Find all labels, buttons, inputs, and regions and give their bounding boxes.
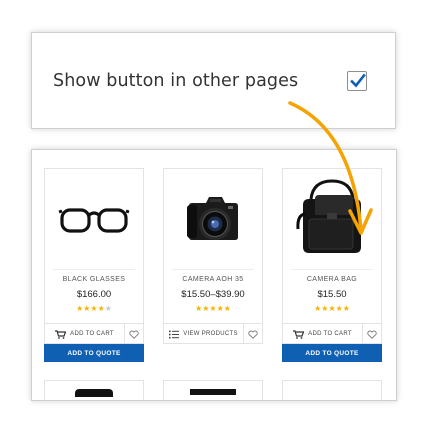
product-card-partial [282, 380, 382, 400]
product-name[interactable]: CAMERA AOH 35 [164, 276, 262, 283]
product-card-partial [163, 380, 263, 400]
rating-stars: ★★★★★ [314, 304, 350, 313]
product-card-partial [44, 380, 144, 400]
rating-stars: ★★★★★ [76, 304, 112, 313]
product-card: CAMERA BAG $15.50 ★★★★★ ADD TO CART [282, 168, 382, 344]
add-to-cart-button[interactable]: ADD TO CART [283, 324, 363, 344]
camera-image[interactable] [164, 169, 262, 267]
product-card: CAMERA AOH 35 $15.50–$39.90 ★★★★★ VIEW P… [163, 168, 263, 344]
show-button-label: Show button in other pages [53, 71, 299, 91]
product-grid-panel: BLACK GLASSES $166.00 ★★★★★ ADD TO CART … [31, 149, 397, 401]
cart-icon [293, 329, 305, 339]
checkmark-icon [350, 73, 366, 88]
rating-stars: ★★★★★ [195, 304, 231, 313]
product-name[interactable]: CAMERA BAG [283, 276, 381, 283]
add-to-cart-label: ADD TO CART [308, 331, 352, 337]
add-to-quote-button[interactable]: ADD TO QUOTE [282, 344, 382, 362]
view-products-button[interactable]: VIEW PRODUCTS [164, 324, 244, 344]
wishlist-button[interactable] [125, 324, 143, 344]
list-icon [169, 330, 180, 338]
show-button-checkbox[interactable] [347, 71, 367, 91]
cart-icon [55, 329, 67, 339]
camera-bag-image[interactable] [283, 169, 381, 267]
glasses-image[interactable] [45, 169, 143, 267]
wishlist-button[interactable] [363, 324, 381, 344]
wishlist-button[interactable] [244, 324, 262, 344]
add-to-quote-button[interactable]: ADD TO QUOTE [44, 344, 144, 362]
product-price: $15.50–$39.90 [181, 289, 245, 300]
view-products-label: VIEW PRODUCTS [183, 331, 238, 337]
heart-icon [248, 330, 258, 339]
settings-panel: Show button in other pages [31, 32, 396, 129]
product-price: $15.50 [317, 289, 347, 300]
product-name[interactable]: BLACK GLASSES [45, 276, 143, 283]
heart-icon [367, 330, 377, 339]
add-to-cart-button[interactable]: ADD TO CART [45, 324, 125, 344]
product-price: $166.00 [76, 289, 112, 300]
add-to-cart-label: ADD TO CART [70, 331, 114, 337]
heart-icon [129, 330, 139, 339]
product-image-partial [75, 389, 113, 397]
product-image-partial [190, 389, 236, 395]
product-card: BLACK GLASSES $166.00 ★★★★★ ADD TO CART [44, 168, 144, 344]
